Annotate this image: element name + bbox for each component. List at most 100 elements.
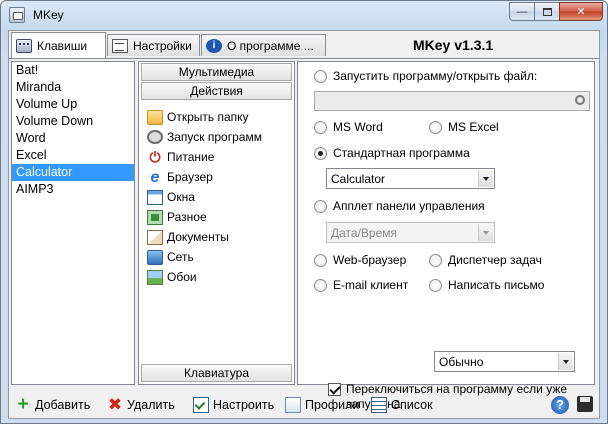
control-panel-value: Дата/Время <box>331 225 398 240</box>
action-label: Обои <box>167 270 197 284</box>
list-label: Список <box>391 398 433 412</box>
list-item[interactable]: Volume Down <box>12 113 134 130</box>
action-label: Питание <box>167 150 215 164</box>
app-icon <box>9 7 25 23</box>
configure-label: Настроить <box>213 398 275 412</box>
maximize-button[interactable] <box>534 2 560 21</box>
action-documents[interactable]: Документы <box>139 227 294 247</box>
window-state-select[interactable]: Обычно <box>434 351 575 372</box>
program-path-field[interactable] <box>314 91 590 111</box>
keyboard-header[interactable]: Клавиатура <box>141 364 292 382</box>
configure-icon <box>193 397 209 413</box>
action-network[interactable]: Сеть <box>139 247 294 267</box>
search-icon[interactable] <box>575 95 585 105</box>
tab-strip: Клавиши Настройки i О программе ... MKey… <box>9 31 599 59</box>
task-manager-label: Диспетчер задач <box>448 253 542 267</box>
task-manager-radio[interactable]: Диспетчер задач <box>429 253 542 267</box>
network-icon <box>147 249 163 265</box>
radio-button[interactable] <box>314 199 327 213</box>
radio-button[interactable] <box>314 278 327 292</box>
radio-button[interactable] <box>314 253 327 267</box>
list-item[interactable]: Volume Up <box>12 96 134 113</box>
radio-button[interactable] <box>429 253 442 267</box>
action-misc[interactable]: Разное <box>139 207 294 227</box>
list-item-selected[interactable]: Calculator <box>12 164 134 181</box>
list-item[interactable]: Miranda <box>12 79 134 96</box>
profiles-label: Профили <box>305 398 360 412</box>
action-label: Браузер <box>167 170 213 184</box>
action-power[interactable]: ⏻ Питание <box>139 147 294 167</box>
folder-icon <box>147 109 163 125</box>
action-wallpaper[interactable]: Обои <box>139 267 294 287</box>
keyboard-icon <box>16 38 32 53</box>
tab-settings[interactable]: Настройки <box>107 34 200 56</box>
window-icon <box>147 189 163 205</box>
tab-keys[interactable]: Клавиши <box>11 32 106 58</box>
control-panel-select[interactable]: Дата/Время <box>326 222 495 243</box>
chevron-down-icon[interactable] <box>478 224 493 241</box>
profiles-icon <box>285 397 301 413</box>
delete-icon: ✖ <box>107 395 123 414</box>
ms-word-radio[interactable]: MS Word <box>314 120 383 134</box>
maximize-icon <box>542 7 552 16</box>
settings-icon <box>112 38 128 53</box>
run-program-radio[interactable]: Запустить программу/открыть файл: <box>314 69 537 83</box>
radio-button[interactable] <box>429 120 442 134</box>
list-button[interactable]: Список <box>371 396 433 414</box>
tab-about[interactable]: i О программе ... <box>201 34 326 56</box>
standard-program-label: Стандартная программа <box>333 146 470 160</box>
mkey-window: MKey — ✕ Клавиши Настройки i О программе… <box>0 0 608 424</box>
client-area: Клавиши Настройки i О программе ... MKey… <box>8 30 600 419</box>
close-button[interactable]: ✕ <box>559 2 603 21</box>
minimize-button[interactable]: — <box>509 2 535 21</box>
misc-icon <box>147 209 163 225</box>
web-browser-label: Web-браузер <box>333 253 407 267</box>
keys-list[interactable]: Bat! Miranda Volume Up Volume Down Word … <box>11 61 135 385</box>
configure-button[interactable]: Настроить <box>193 396 274 414</box>
web-browser-radio[interactable]: Web-браузер <box>314 253 406 267</box>
settings-panel: Запустить программу/открыть файл: MS Wor… <box>297 61 595 411</box>
categories-panel: Мультимедиа Действия Открыть папку Запус… <box>138 61 295 385</box>
title-bar[interactable]: MKey — ✕ <box>1 1 607 29</box>
list-item[interactable]: Excel <box>12 147 134 164</box>
browser-icon: e <box>150 168 160 186</box>
action-label: Окна <box>167 190 195 204</box>
radio-button[interactable] <box>314 69 327 83</box>
add-button[interactable]: + Добавить <box>15 395 90 414</box>
actions-header[interactable]: Действия <box>141 82 292 100</box>
action-label: Запуск программ <box>167 130 262 144</box>
email-client-label: E-mail клиент <box>333 278 409 292</box>
action-run-program[interactable]: Запуск программ <box>139 127 294 147</box>
radio-button[interactable] <box>314 120 327 134</box>
documents-icon <box>147 229 163 245</box>
email-client-radio[interactable]: E-mail клиент <box>314 278 408 292</box>
write-letter-radio[interactable]: Написать письмо <box>429 278 544 292</box>
minimize-icon: — <box>516 5 528 18</box>
action-browser[interactable]: e Браузер <box>139 167 294 187</box>
list-item[interactable]: Bat! <box>12 62 134 79</box>
ms-word-label: MS Word <box>333 120 383 134</box>
radio-button-checked[interactable] <box>314 146 327 160</box>
list-item[interactable]: AIMP3 <box>12 181 134 198</box>
ms-excel-radio[interactable]: MS Excel <box>429 120 499 134</box>
version-label: MKey v1.3.1 <box>413 37 494 53</box>
chevron-down-icon[interactable] <box>558 353 573 370</box>
action-label: Разное <box>167 210 207 224</box>
save-button[interactable] <box>577 396 593 412</box>
standard-program-select[interactable]: Calculator <box>326 168 495 189</box>
help-button[interactable]: ? <box>551 396 569 414</box>
list-item[interactable]: Word <box>12 130 134 147</box>
action-open-folder[interactable]: Открыть папку <box>139 107 294 127</box>
profiles-button[interactable]: Профили <box>285 396 359 414</box>
bottom-toolbar: + Добавить ✖ Удалить Настроить Профили С… <box>9 391 599 419</box>
multimedia-header[interactable]: Мультимедиа <box>141 63 292 81</box>
tab-settings-label: Настройки <box>133 38 192 53</box>
window-state-value: Обычно <box>439 354 484 369</box>
control-panel-radio[interactable]: Апплет панели управления <box>314 199 485 213</box>
chevron-down-icon[interactable] <box>478 170 493 187</box>
standard-program-radio[interactable]: Стандартная программа <box>314 146 470 160</box>
run-program-label: Запустить программу/открыть файл: <box>333 69 538 83</box>
action-windows[interactable]: Окна <box>139 187 294 207</box>
radio-button[interactable] <box>429 278 442 292</box>
delete-button[interactable]: ✖ Удалить <box>107 396 175 414</box>
